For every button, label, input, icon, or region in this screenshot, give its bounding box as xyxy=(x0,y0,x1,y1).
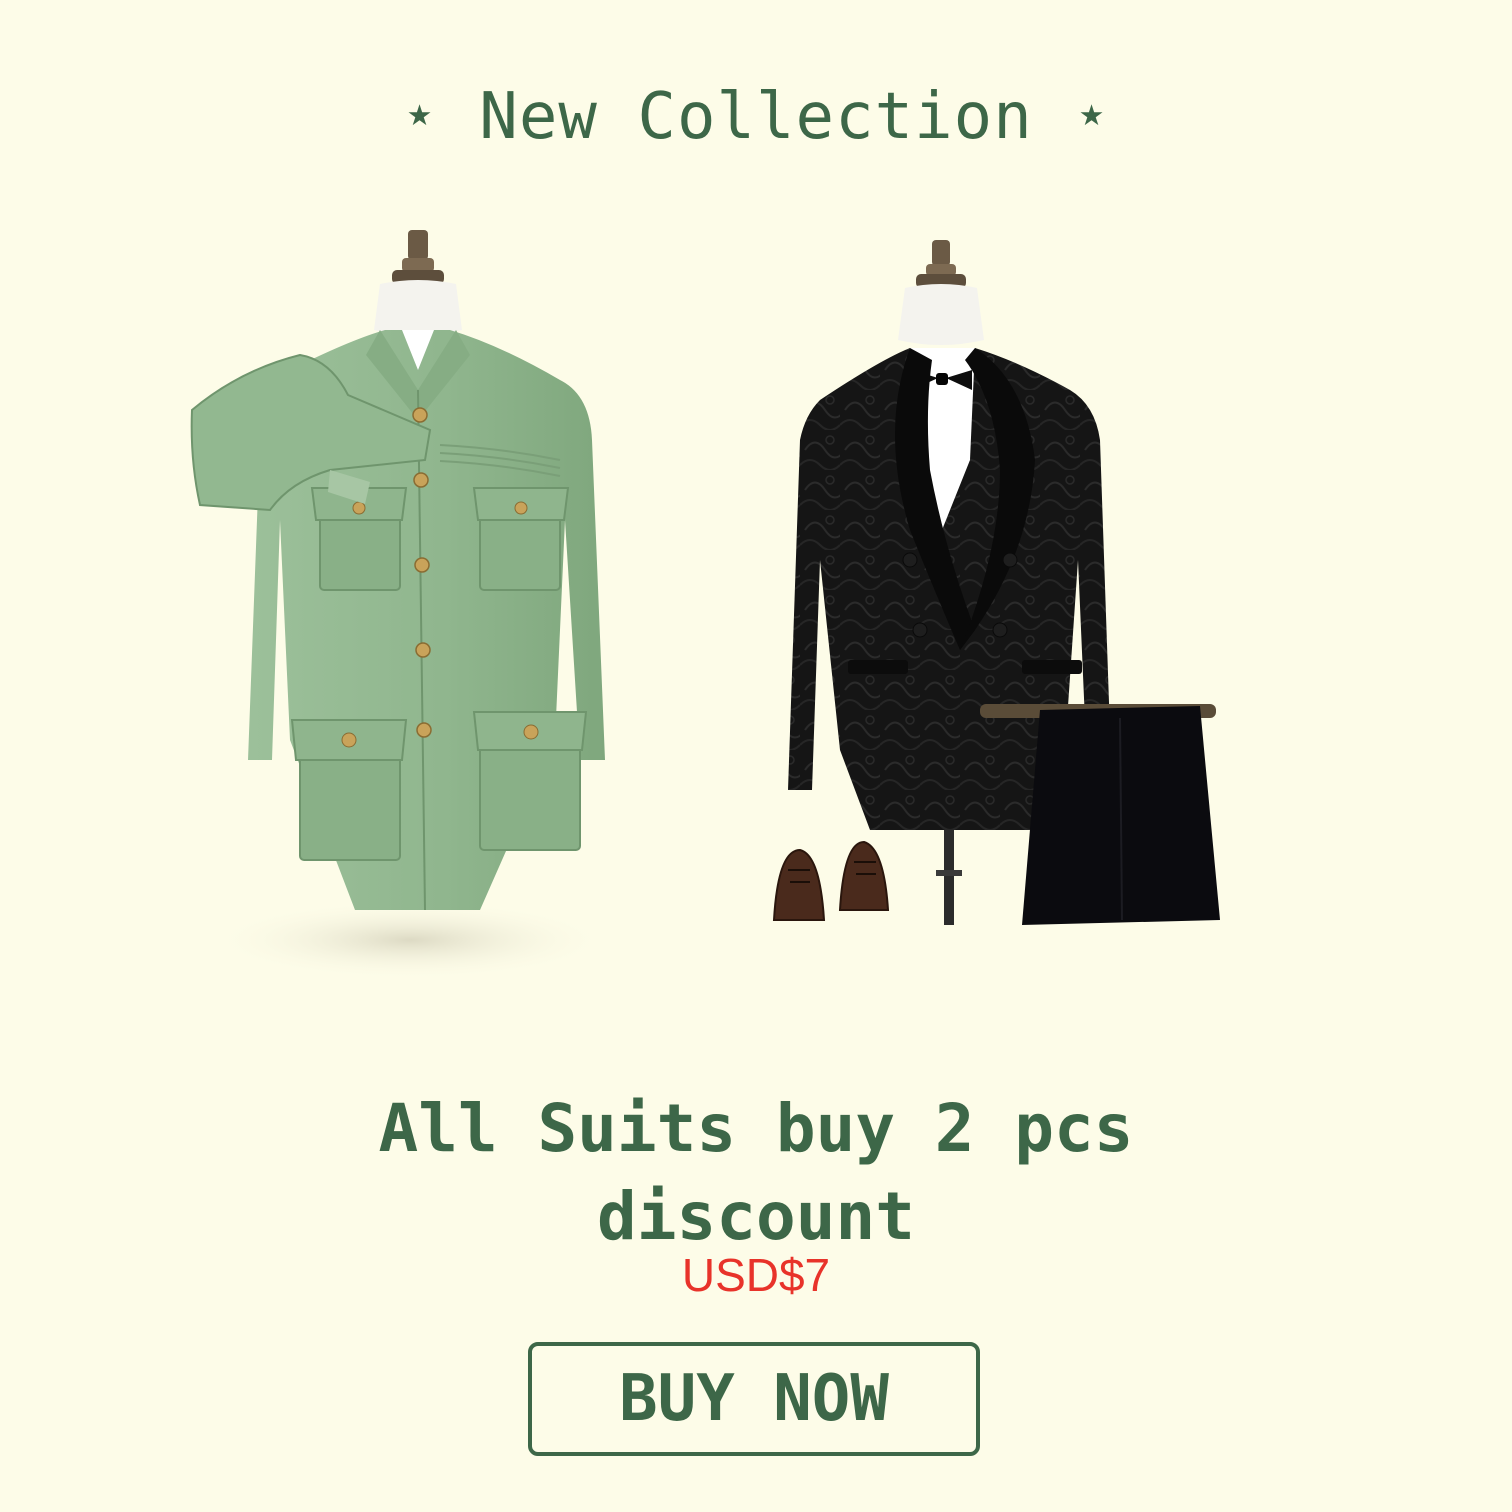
black-tuxedo-illustration xyxy=(772,240,1220,925)
promo-headline: All Suits buy 2 pcs discount xyxy=(0,1085,1512,1261)
promo-line-1: All Suits buy 2 pcs xyxy=(378,1090,1134,1167)
price-label: USD$7 xyxy=(681,1249,831,1301)
buy-now-button[interactable]: BUY NOW xyxy=(528,1342,980,1456)
green-suit-image[interactable] xyxy=(180,220,650,980)
collection-title: ⋆ New Collection ⋆ xyxy=(400,80,1112,154)
black-tuxedo-image[interactable] xyxy=(760,230,1250,940)
green-suit-illustration xyxy=(190,230,610,980)
